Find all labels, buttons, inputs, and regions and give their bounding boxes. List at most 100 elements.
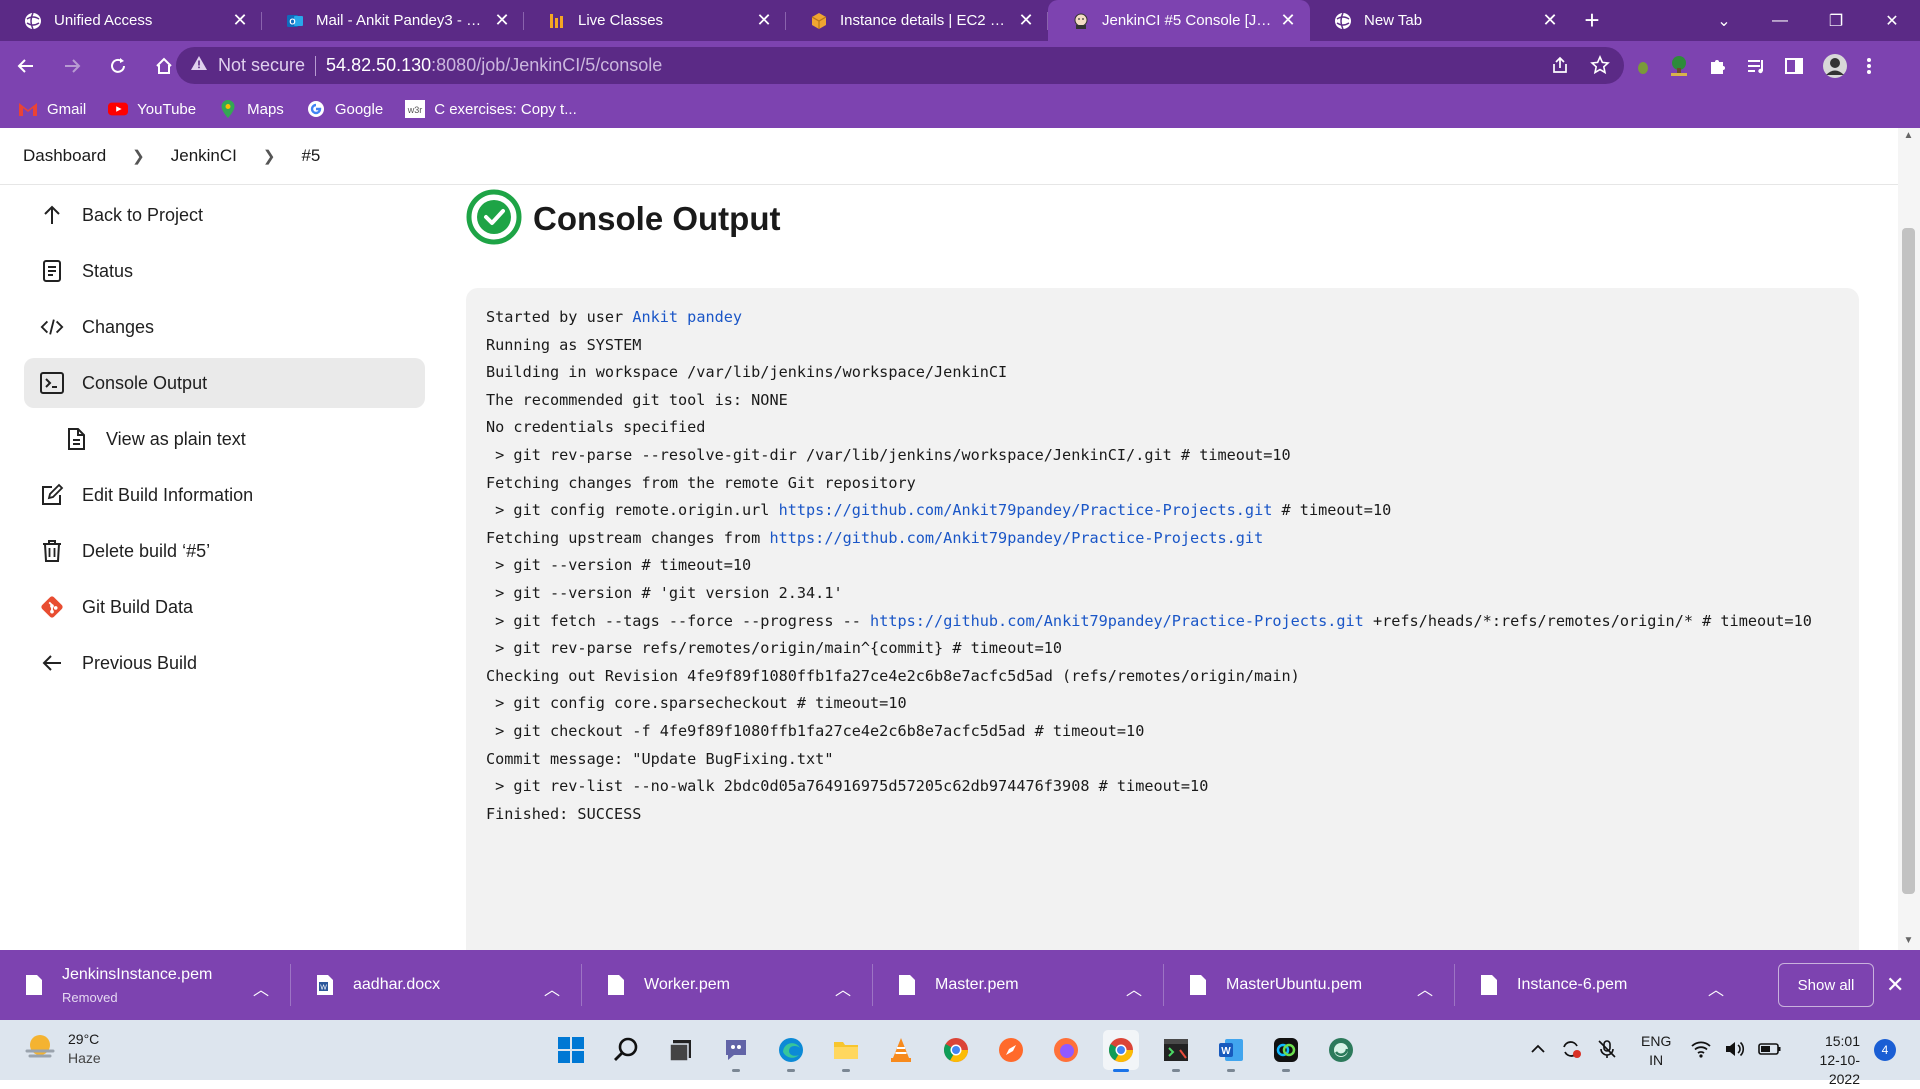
microphone-muted-icon[interactable] — [1596, 1038, 1618, 1065]
file-explorer-icon[interactable] — [828, 1030, 864, 1072]
security-indicator[interactable]: Not secure — [190, 55, 305, 76]
browser-menu-icon[interactable] — [1866, 56, 1872, 81]
breadcrumb-build[interactable]: #5 — [301, 146, 320, 166]
sidebar-item-console-output[interactable]: Console Output — [24, 358, 425, 408]
teams-chat-icon[interactable] — [718, 1030, 754, 1072]
chevron-up-icon[interactable] — [1530, 1041, 1546, 1062]
close-icon[interactable]: ✕ — [1278, 10, 1298, 31]
media-queue-icon[interactable] — [1746, 56, 1766, 81]
firefox-icon[interactable] — [1048, 1030, 1084, 1070]
vlc-icon[interactable] — [883, 1030, 919, 1070]
bookmark-gmail[interactable]: Gmail — [18, 99, 86, 119]
sidebar-item-status[interactable]: Status — [24, 246, 425, 296]
weather-widget[interactable]: 29°C Haze — [24, 1030, 101, 1068]
edge-icon[interactable] — [773, 1030, 809, 1072]
chevron-up-icon[interactable]: ︿ — [1417, 976, 1433, 1000]
terminal-app-icon[interactable] — [1158, 1030, 1194, 1072]
bookmark-maps[interactable]: Maps — [218, 99, 284, 119]
restore-button[interactable]: ❐ — [1808, 0, 1864, 41]
notification-badge[interactable]: 4 — [1874, 1039, 1896, 1061]
chevron-up-icon[interactable]: ︿ — [1126, 976, 1142, 1000]
scroll-down-icon[interactable]: ▼ — [1902, 935, 1915, 948]
bookmark-google[interactable]: Google — [306, 99, 383, 119]
chrome-icon[interactable] — [938, 1030, 974, 1070]
extension-dot-icon[interactable] — [1636, 56, 1650, 81]
chevron-up-icon[interactable]: ︿ — [835, 976, 851, 1000]
chevron-up-icon[interactable]: ︿ — [544, 976, 560, 1000]
close-window-button[interactable]: ✕ — [1864, 0, 1920, 41]
download-item[interactable]: JenkinsInstance.pem Removed ︿ — [0, 950, 291, 1020]
sidebar-item-delete-build[interactable]: Delete build ‘#5’ — [24, 526, 425, 576]
search-icon[interactable] — [608, 1030, 644, 1070]
download-item[interactable]: MasterUbuntu.pem ︿ — [1164, 950, 1455, 1020]
bookmark-youtube[interactable]: YouTube — [108, 99, 196, 119]
page-scrollbar[interactable]: ▲ ▼ — [1898, 128, 1920, 950]
close-icon[interactable]: ✕ — [1016, 10, 1036, 31]
profile-avatar[interactable] — [1822, 53, 1848, 84]
share-icon[interactable] — [1550, 55, 1570, 80]
scrollbar-thumb[interactable] — [1902, 228, 1915, 894]
close-icon[interactable]: ✕ — [754, 10, 774, 31]
sync-status-icon[interactable] — [1560, 1038, 1582, 1065]
chrome-purple-profile-icon[interactable] — [1103, 1030, 1139, 1072]
show-all-downloads-button[interactable]: Show all — [1778, 963, 1874, 1007]
close-icon[interactable]: ✕ — [1886, 972, 1904, 998]
sidebar-item-previous-build[interactable]: Previous Build — [24, 638, 425, 688]
extensions-puzzle-icon[interactable] — [1708, 56, 1728, 81]
download-item[interactable]: W aadhar.docx ︿ — [291, 950, 582, 1020]
minimize-button[interactable]: — — [1752, 0, 1808, 41]
extension-tree-icon[interactable] — [1668, 55, 1690, 82]
forward-button[interactable] — [52, 46, 92, 86]
user-link[interactable]: Ankit pandey — [632, 308, 742, 326]
console-output-box: Started by user Ankit pandey Running as … — [466, 288, 1859, 970]
edge-dev-icon[interactable] — [1323, 1030, 1359, 1070]
bookmark-star-icon[interactable] — [1590, 55, 1610, 80]
side-panel-icon[interactable] — [1784, 56, 1804, 81]
repo-link[interactable]: https://github.com/Ankit79pandey/Practic… — [779, 501, 1273, 519]
scroll-up-icon[interactable]: ▲ — [1902, 130, 1915, 143]
sidebar-item-changes[interactable]: Changes — [24, 302, 425, 352]
network-volume-battery[interactable] — [1690, 1039, 1782, 1064]
svg-text:W: W — [1221, 1046, 1231, 1057]
language-indicator[interactable]: ENG IN — [1641, 1032, 1671, 1070]
tab-live-classes[interactable]: Live Classes ✕ — [524, 0, 786, 41]
close-icon[interactable]: ✕ — [230, 10, 250, 31]
download-item[interactable]: Master.pem ︿ — [873, 950, 1164, 1020]
tab-new-tab[interactable]: New Tab ✕ — [1310, 0, 1572, 41]
word-icon[interactable]: W — [1213, 1030, 1249, 1072]
repo-link[interactable]: https://github.com/Ankit79pandey/Practic… — [870, 612, 1364, 630]
breadcrumb-dashboard[interactable]: Dashboard — [23, 146, 106, 166]
chevron-up-icon[interactable]: ︿ — [1708, 976, 1724, 1000]
webex-icon[interactable] — [1268, 1030, 1304, 1072]
tab-jenkins-console[interactable]: JenkinCI #5 Console [Jenkins] ✕ — [1048, 0, 1310, 41]
sidebar-item-label: Status — [82, 260, 134, 281]
chevron-up-icon[interactable]: ︿ — [253, 976, 269, 1000]
sidebar-item-edit-build-info[interactable]: Edit Build Information — [24, 470, 425, 520]
start-button[interactable] — [553, 1030, 589, 1070]
breadcrumb: Dashboard ❯ JenkinCI ❯ #5 — [23, 146, 320, 166]
download-item[interactable]: Worker.pem ︿ — [582, 950, 873, 1020]
sidebar-item-git-build-data[interactable]: Git Build Data — [24, 582, 425, 632]
tab-outlook[interactable]: O Mail - Ankit Pandey3 - Outlook ✕ — [262, 0, 524, 41]
bookmark-c-exercises[interactable]: w3r C exercises: Copy t... — [405, 99, 577, 119]
tab-search-icon[interactable]: ⌄ — [1696, 0, 1752, 41]
safari-like-compass-icon[interactable] — [993, 1030, 1029, 1070]
close-icon[interactable]: ✕ — [492, 10, 512, 31]
new-tab-button[interactable]: + — [1572, 0, 1612, 41]
task-view-icon[interactable] — [663, 1030, 699, 1070]
close-icon[interactable]: ✕ — [1540, 10, 1560, 31]
address-bar[interactable]: Not secure 54.82.50.130:8080/job/JenkinC… — [176, 47, 1624, 84]
sidebar-item-view-plain-text[interactable]: View as plain text — [24, 414, 425, 464]
repo-link[interactable]: https://github.com/Ankit79pandey/Practic… — [769, 529, 1263, 547]
tab-unified-access[interactable]: Unified Access ✕ — [0, 0, 262, 41]
sidebar-item-back-to-project[interactable]: Back to Project — [24, 190, 425, 240]
windows-taskbar: 29°C Haze W ENG IN 15:01 12-10-2022 4 — [0, 1020, 1920, 1087]
document-icon — [40, 259, 64, 283]
download-item[interactable]: Instance-6.pem ︿ — [1455, 950, 1746, 1020]
jenkins-page: Dashboard ❯ JenkinCI ❯ #5 Back to Projec… — [0, 128, 1920, 1078]
tab-ec2[interactable]: Instance details | EC2 Management Consol… — [786, 0, 1048, 41]
back-button[interactable] — [6, 46, 46, 86]
system-clock[interactable]: 15:01 12-10-2022 — [1790, 1032, 1860, 1089]
reload-button[interactable] — [98, 46, 138, 86]
breadcrumb-job[interactable]: JenkinCI — [171, 146, 237, 166]
